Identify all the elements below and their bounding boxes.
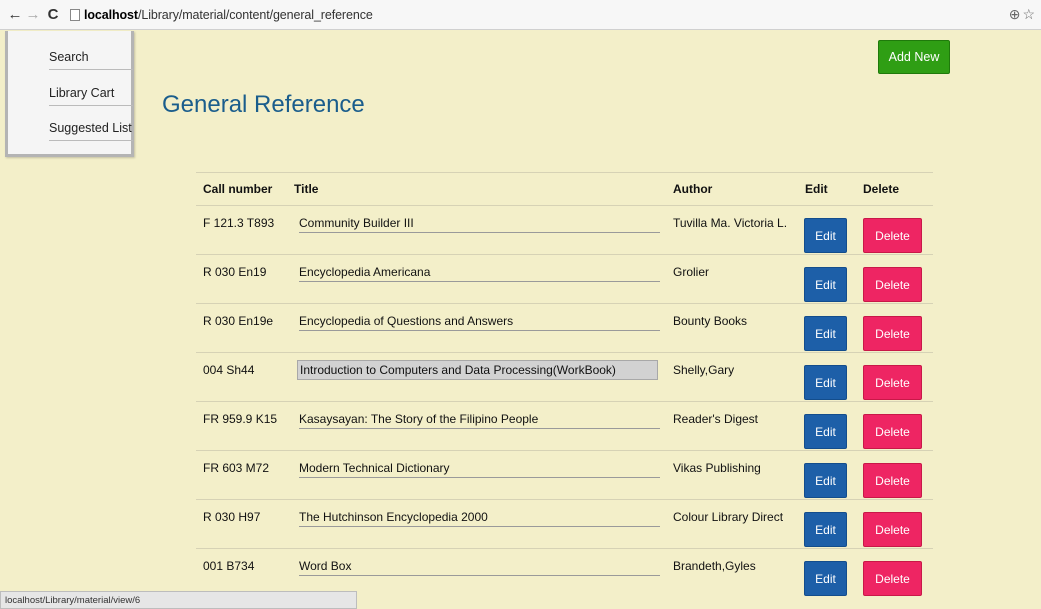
url-path: /Library/material/content/general_refere…	[137, 7, 373, 22]
header-delete: Delete	[863, 182, 900, 196]
delete-button[interactable]: Delete	[863, 365, 922, 400]
table-row: R 030 H97 The Hutchinson Encyclopedia 20…	[196, 499, 933, 547]
forward-arrow-icon[interactable]: →	[24, 6, 42, 23]
reload-icon[interactable]: C	[44, 6, 62, 23]
call-number-cell: R 030 En19	[203, 265, 267, 279]
status-bar-url: localhost/Library/material/view/6	[0, 591, 357, 609]
call-number-cell: FR 603 M72	[203, 461, 270, 475]
author-cell: Colour Library Direct	[673, 510, 784, 524]
page-title: General Reference	[162, 91, 365, 118]
add-new-button[interactable]: Add New	[878, 40, 950, 74]
title-link[interactable]: Encyclopedia of Questions and Answers	[299, 314, 660, 331]
edit-button[interactable]: Edit	[804, 561, 847, 596]
table-row: R 030 En19e Encyclopedia of Questions an…	[196, 303, 933, 351]
table-row: 001 B734 Word Box Brandeth,Gyles Edit De…	[196, 548, 933, 596]
sidebar-item-search[interactable]: Search	[49, 50, 133, 70]
address-bar[interactable]: localhost/Library/material/content/gener…	[84, 8, 373, 22]
header-call-number: Call number	[203, 182, 273, 196]
call-number-cell: R 030 H97	[203, 510, 261, 524]
header-edit: Edit	[805, 182, 828, 196]
title-link[interactable]: Encyclopedia Americana	[299, 265, 660, 282]
delete-button[interactable]: Delete	[863, 316, 922, 351]
call-number-cell: 004 Sh44	[203, 363, 255, 377]
delete-button[interactable]: Delete	[863, 463, 922, 498]
author-cell: Vikas Publishing	[673, 461, 761, 475]
author-cell: Brandeth,Gyles	[673, 559, 756, 573]
call-number-cell: 001 B734	[203, 559, 255, 573]
sidebar-item-suggested-list[interactable]: Suggested List	[49, 121, 133, 141]
header-title: Title	[294, 182, 319, 196]
author-cell: Bounty Books	[673, 314, 748, 328]
title-link[interactable]: Word Box	[299, 559, 660, 576]
sidebar-item-library-cart[interactable]: Library Cart	[49, 86, 133, 106]
side-menu: Search Library Cart Suggested List	[5, 31, 134, 157]
table-divider	[196, 172, 933, 173]
author-cell: Tuvilla Ma. Victoria L.	[673, 216, 788, 230]
back-arrow-icon[interactable]: ←	[6, 6, 24, 23]
edit-button[interactable]: Edit	[804, 512, 847, 547]
table-row: F 121.3 T893 Community Builder III Tuvil…	[196, 205, 933, 253]
edit-button[interactable]: Edit	[804, 316, 847, 351]
title-link[interactable]: The Hutchinson Encyclopedia 2000	[299, 510, 660, 527]
table-row: FR 959.9 K15 Kasaysayan: The Story of th…	[196, 401, 933, 449]
author-cell: Reader's Digest	[673, 412, 758, 426]
url-host: localhost	[84, 7, 138, 22]
author-cell: Grolier	[673, 265, 710, 279]
page-icon	[70, 8, 80, 21]
title-link[interactable]: Kasaysayan: The Story of the Filipino Pe…	[299, 412, 660, 429]
title-link-hovered[interactable]: Introduction to Computers and Data Proce…	[297, 360, 658, 380]
zoom-icon[interactable]: ⊕	[1009, 6, 1021, 23]
edit-button[interactable]: Edit	[804, 365, 847, 400]
edit-button[interactable]: Edit	[804, 267, 847, 302]
call-number-cell: FR 959.9 K15	[203, 412, 278, 426]
title-link[interactable]: Community Builder III	[299, 216, 660, 233]
edit-button[interactable]: Edit	[804, 463, 847, 498]
delete-button[interactable]: Delete	[863, 218, 922, 253]
table-row: 004 Sh44 Introduction to Computers and D…	[196, 352, 933, 400]
delete-button[interactable]: Delete	[863, 512, 922, 547]
call-number-cell: R 030 En19e	[203, 314, 274, 328]
bookmark-star-icon[interactable]: ☆	[1022, 6, 1035, 23]
delete-button[interactable]: Delete	[863, 414, 922, 449]
delete-button[interactable]: Delete	[863, 561, 922, 596]
header-author: Author	[673, 182, 713, 196]
title-link[interactable]: Modern Technical Dictionary	[299, 461, 660, 478]
edit-button[interactable]: Edit	[804, 218, 847, 253]
table-row: R 030 En19 Encyclopedia Americana Grolie…	[196, 254, 933, 302]
edit-button[interactable]: Edit	[804, 414, 847, 449]
delete-button[interactable]: Delete	[863, 267, 922, 302]
table-row: FR 603 M72 Modern Technical Dictionary V…	[196, 450, 933, 498]
call-number-cell: F 121.3 T893	[203, 216, 275, 230]
browser-toolbar: ← → C localhost/Library/material/content…	[0, 0, 1041, 30]
author-cell: Shelly,Gary	[673, 363, 735, 377]
